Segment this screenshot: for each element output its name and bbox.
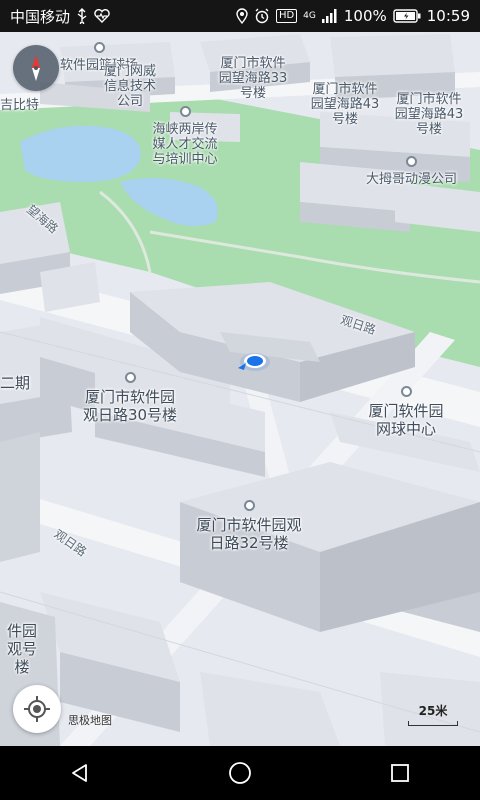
crosshair-icon: [24, 696, 50, 722]
poi-dot: [124, 372, 136, 383]
label-wanghai-33[interactable]: 厦门市软件园望海路33号楼: [216, 56, 290, 101]
current-location-marker: [238, 353, 270, 371]
recents-button[interactable]: [370, 746, 430, 800]
scale-bar: 25米: [408, 702, 458, 726]
back-button[interactable]: [50, 746, 110, 800]
network-type: 4G: [303, 10, 316, 21]
map-credit: 思极地图: [68, 714, 112, 727]
hd-badge: HD: [275, 9, 298, 23]
locate-button[interactable]: [13, 685, 61, 733]
status-left: 中国移动: [10, 6, 110, 27]
navigation-bar: [0, 746, 480, 800]
compass-icon: [32, 55, 40, 81]
label-wangshi-tech[interactable]: 厦门网威信息技术公司: [100, 64, 160, 109]
label-guanri-30[interactable]: 厦门市软件园观日路30号楼: [80, 370, 180, 424]
clock: 10:59: [426, 7, 470, 25]
scale-line: [408, 721, 458, 726]
battery-icon: [393, 9, 421, 23]
label-daimuge[interactable]: 大拇哥动漫公司: [366, 156, 457, 187]
map-view[interactable]: 软件园篮球场 厦门网威信息技术公司 厦门市软件园望海路33号楼 厦门市软件园望海…: [0, 32, 480, 746]
scale-label: 25米: [418, 704, 448, 718]
signal-icon: [321, 9, 338, 23]
location-icon: [236, 8, 248, 24]
poi-dot: [93, 42, 105, 53]
carrier-name: 中国移动: [10, 7, 71, 26]
poi-dot: [400, 386, 412, 397]
label-wanghai-43-right[interactable]: 厦门市软件园望海路43号楼: [392, 92, 466, 137]
label-jibili[interactable]: 吉比特: [0, 98, 39, 113]
label-cross-strait[interactable]: 海峡两岸传媒人才交流与培训中心: [152, 106, 218, 167]
poi-dot: [243, 500, 255, 511]
label-edge-bottom-left: 件园观号楼: [6, 622, 37, 676]
recents-square-icon: [391, 764, 409, 782]
lake: [20, 125, 141, 182]
poi-dot: [179, 106, 191, 117]
home-button[interactable]: [210, 746, 270, 800]
home-circle-icon: [229, 762, 251, 784]
back-triangle-icon: [72, 764, 87, 782]
alarm-icon: [254, 8, 270, 24]
compass-button[interactable]: [13, 45, 59, 91]
status-right: HD 4G 100% 10:59: [236, 7, 470, 25]
status-bar: 中国移动 HD 4G 100% 10:59: [0, 0, 480, 32]
label-guanri-32[interactable]: 厦门市软件园观日路32号楼: [192, 498, 306, 552]
label-phase-two: 二期: [0, 374, 31, 392]
poi-dot: [406, 156, 417, 167]
label-tennis-center[interactable]: 厦门软件园网球中心: [364, 384, 448, 438]
battery-percent: 100%: [343, 7, 387, 25]
usb-icon: [76, 8, 88, 24]
health-icon: [94, 9, 110, 23]
label-wanghai-43[interactable]: 厦门市软件园望海路43号楼: [308, 82, 382, 127]
